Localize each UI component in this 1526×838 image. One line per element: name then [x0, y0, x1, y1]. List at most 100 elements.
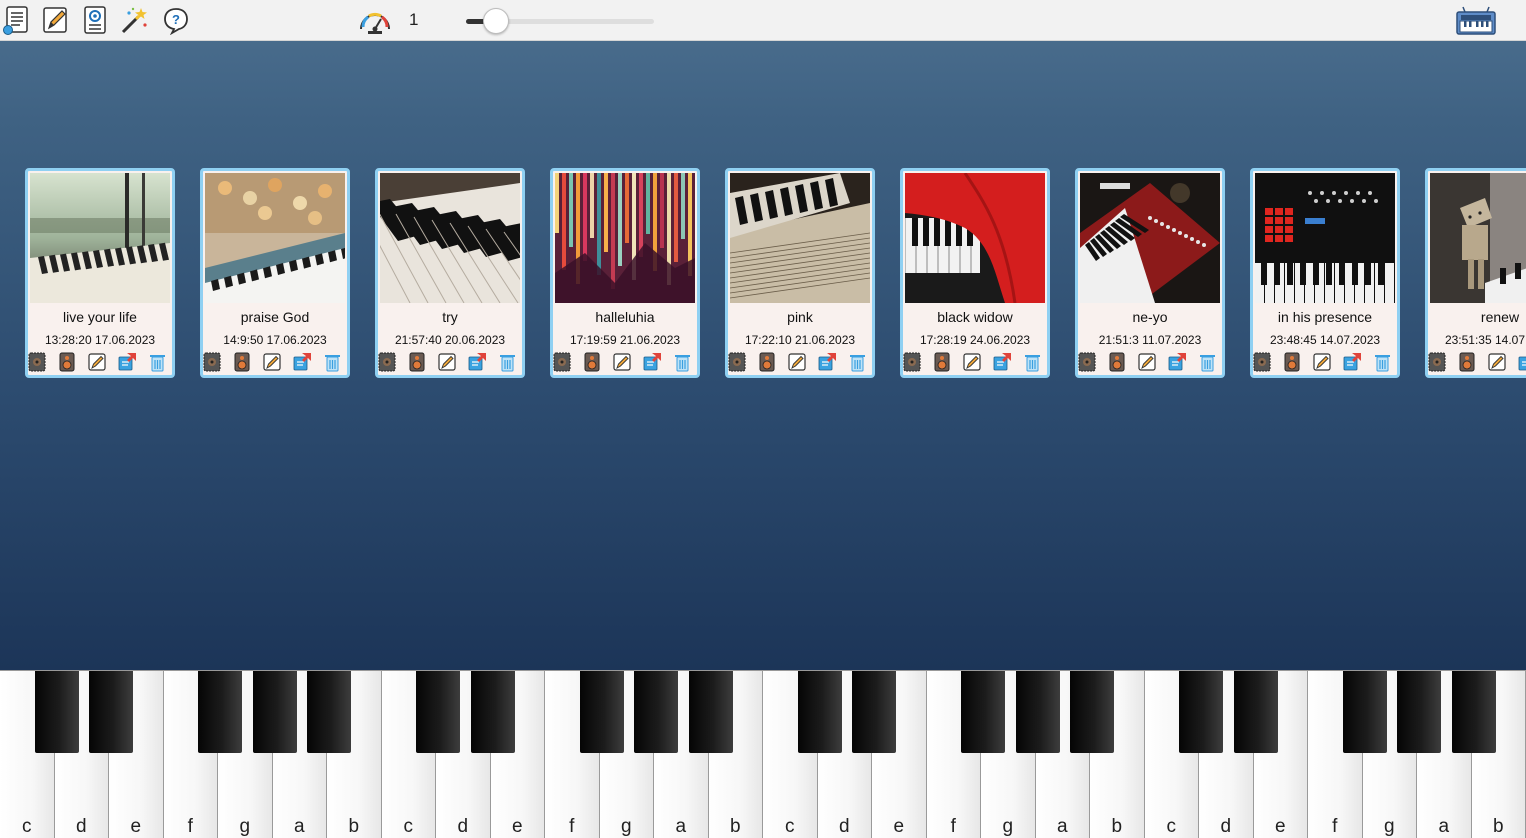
record-icon[interactable] — [552, 352, 572, 372]
black-key[interactable] — [471, 671, 515, 753]
song-card[interactable]: in his presence23:48:45 14.07.2023 — [1250, 168, 1400, 378]
piano-keyboard: cdefgabcdefgabcdefgabcdefgab — [0, 670, 1526, 837]
song-thumbnail-image[interactable] — [1080, 173, 1220, 303]
song-timestamp: 21:51:3 11.07.2023 — [1078, 333, 1222, 347]
black-key[interactable] — [852, 671, 896, 753]
black-key[interactable] — [1452, 671, 1496, 753]
keyboard-icon[interactable] — [1455, 6, 1497, 36]
song-thumbnail-image[interactable] — [30, 173, 170, 303]
play-speaker-icon[interactable] — [932, 352, 952, 372]
black-key[interactable] — [1234, 671, 1278, 753]
record-icon[interactable] — [902, 352, 922, 372]
edit-icon[interactable] — [1312, 352, 1332, 372]
song-card[interactable]: halleluhia17:19:59 21.06.2023 — [550, 168, 700, 378]
key-label: g — [218, 816, 272, 838]
record-icon[interactable] — [1252, 352, 1272, 372]
song-thumbnail-image[interactable] — [1430, 173, 1526, 303]
song-card[interactable]: praise God14:9:50 17.06.2023 — [200, 168, 350, 378]
black-key[interactable] — [89, 671, 133, 753]
metronome-gauge-icon[interactable] — [358, 5, 392, 35]
export-icon[interactable] — [117, 352, 137, 372]
slider-thumb[interactable] — [483, 8, 509, 34]
song-card[interactable]: pink17:22:10 21.06.2023 — [725, 168, 875, 378]
edit-icon[interactable] — [437, 352, 457, 372]
black-key[interactable] — [798, 671, 842, 753]
song-title: ne-yo — [1078, 309, 1222, 325]
export-icon[interactable] — [1342, 352, 1362, 372]
song-card[interactable]: ne-yo 21:51:3 11.07.2023 — [1075, 168, 1225, 378]
black-key[interactable] — [198, 671, 242, 753]
song-thumbnail-image[interactable] — [380, 173, 520, 303]
song-thumbnail-image[interactable] — [205, 173, 345, 303]
play-speaker-icon[interactable] — [1457, 352, 1477, 372]
play-speaker-icon[interactable] — [1282, 352, 1302, 372]
record-icon[interactable] — [27, 352, 47, 372]
song-list-icon[interactable] — [2, 5, 30, 35]
delete-icon[interactable] — [147, 352, 167, 372]
black-key[interactable] — [1070, 671, 1114, 753]
black-key[interactable] — [1397, 671, 1441, 753]
record-icon[interactable] — [377, 352, 397, 372]
record-icon[interactable] — [727, 352, 747, 372]
delete-icon[interactable] — [322, 352, 342, 372]
edit-icon[interactable] — [262, 352, 282, 372]
black-key[interactable] — [961, 671, 1005, 753]
song-thumbnail-image[interactable] — [905, 173, 1045, 303]
black-key[interactable] — [307, 671, 351, 753]
black-key[interactable] — [416, 671, 460, 753]
delete-icon[interactable] — [1372, 352, 1392, 372]
play-speaker-icon[interactable] — [407, 352, 427, 372]
export-icon[interactable] — [642, 352, 662, 372]
help-bubble-icon[interactable]: ? — [162, 5, 190, 35]
export-icon[interactable] — [817, 352, 837, 372]
export-icon[interactable] — [1517, 352, 1526, 372]
black-key[interactable] — [580, 671, 624, 753]
black-key[interactable] — [253, 671, 297, 753]
record-icon[interactable] — [1427, 352, 1447, 372]
magic-wand-icon[interactable] — [120, 5, 148, 35]
black-key[interactable] — [1179, 671, 1223, 753]
key-label: b — [1472, 816, 1526, 838]
black-key[interactable] — [1016, 671, 1060, 753]
delete-icon[interactable] — [1197, 352, 1217, 372]
black-key[interactable] — [35, 671, 79, 753]
song-card[interactable]: renew23:51:35 14.07.2023 — [1425, 168, 1526, 378]
export-icon[interactable] — [1167, 352, 1187, 372]
song-card[interactable]: live your life13:28:20 17.06.2023 — [25, 168, 175, 378]
key-label: f — [1308, 816, 1362, 838]
song-thumbnail-image[interactable] — [730, 173, 870, 303]
song-thumbnail-image[interactable] — [1255, 173, 1395, 303]
song-actions — [1428, 352, 1526, 372]
black-key[interactable] — [689, 671, 733, 753]
delete-icon[interactable] — [497, 352, 517, 372]
edit-icon[interactable] — [1487, 352, 1507, 372]
export-icon[interactable] — [467, 352, 487, 372]
edit-icon[interactable] — [962, 352, 982, 372]
edit-icon[interactable] — [1137, 352, 1157, 372]
play-speaker-icon[interactable] — [582, 352, 602, 372]
play-speaker-icon[interactable] — [757, 352, 777, 372]
edit-pencil-icon[interactable] — [41, 5, 69, 35]
edit-icon[interactable] — [87, 352, 107, 372]
delete-icon[interactable] — [672, 352, 692, 372]
key-label: d — [55, 816, 109, 838]
record-icon[interactable] — [202, 352, 222, 372]
delete-icon[interactable] — [1022, 352, 1042, 372]
edit-icon[interactable] — [612, 352, 632, 372]
settings-sheet-icon[interactable] — [81, 5, 109, 35]
key-label: a — [1036, 816, 1090, 838]
black-key[interactable] — [634, 671, 678, 753]
play-speaker-icon[interactable] — [232, 352, 252, 372]
tempo-slider[interactable] — [466, 8, 656, 34]
play-speaker-icon[interactable] — [1107, 352, 1127, 372]
song-card[interactable]: try21:57:40 20.06.2023 — [375, 168, 525, 378]
song-thumbnail-image[interactable] — [555, 173, 695, 303]
delete-icon[interactable] — [847, 352, 867, 372]
record-icon[interactable] — [1077, 352, 1097, 372]
play-speaker-icon[interactable] — [57, 352, 77, 372]
edit-icon[interactable] — [787, 352, 807, 372]
black-key[interactable] — [1343, 671, 1387, 753]
export-icon[interactable] — [292, 352, 312, 372]
song-card[interactable]: black widow17:28:19 24.06.2023 — [900, 168, 1050, 378]
export-icon[interactable] — [992, 352, 1012, 372]
